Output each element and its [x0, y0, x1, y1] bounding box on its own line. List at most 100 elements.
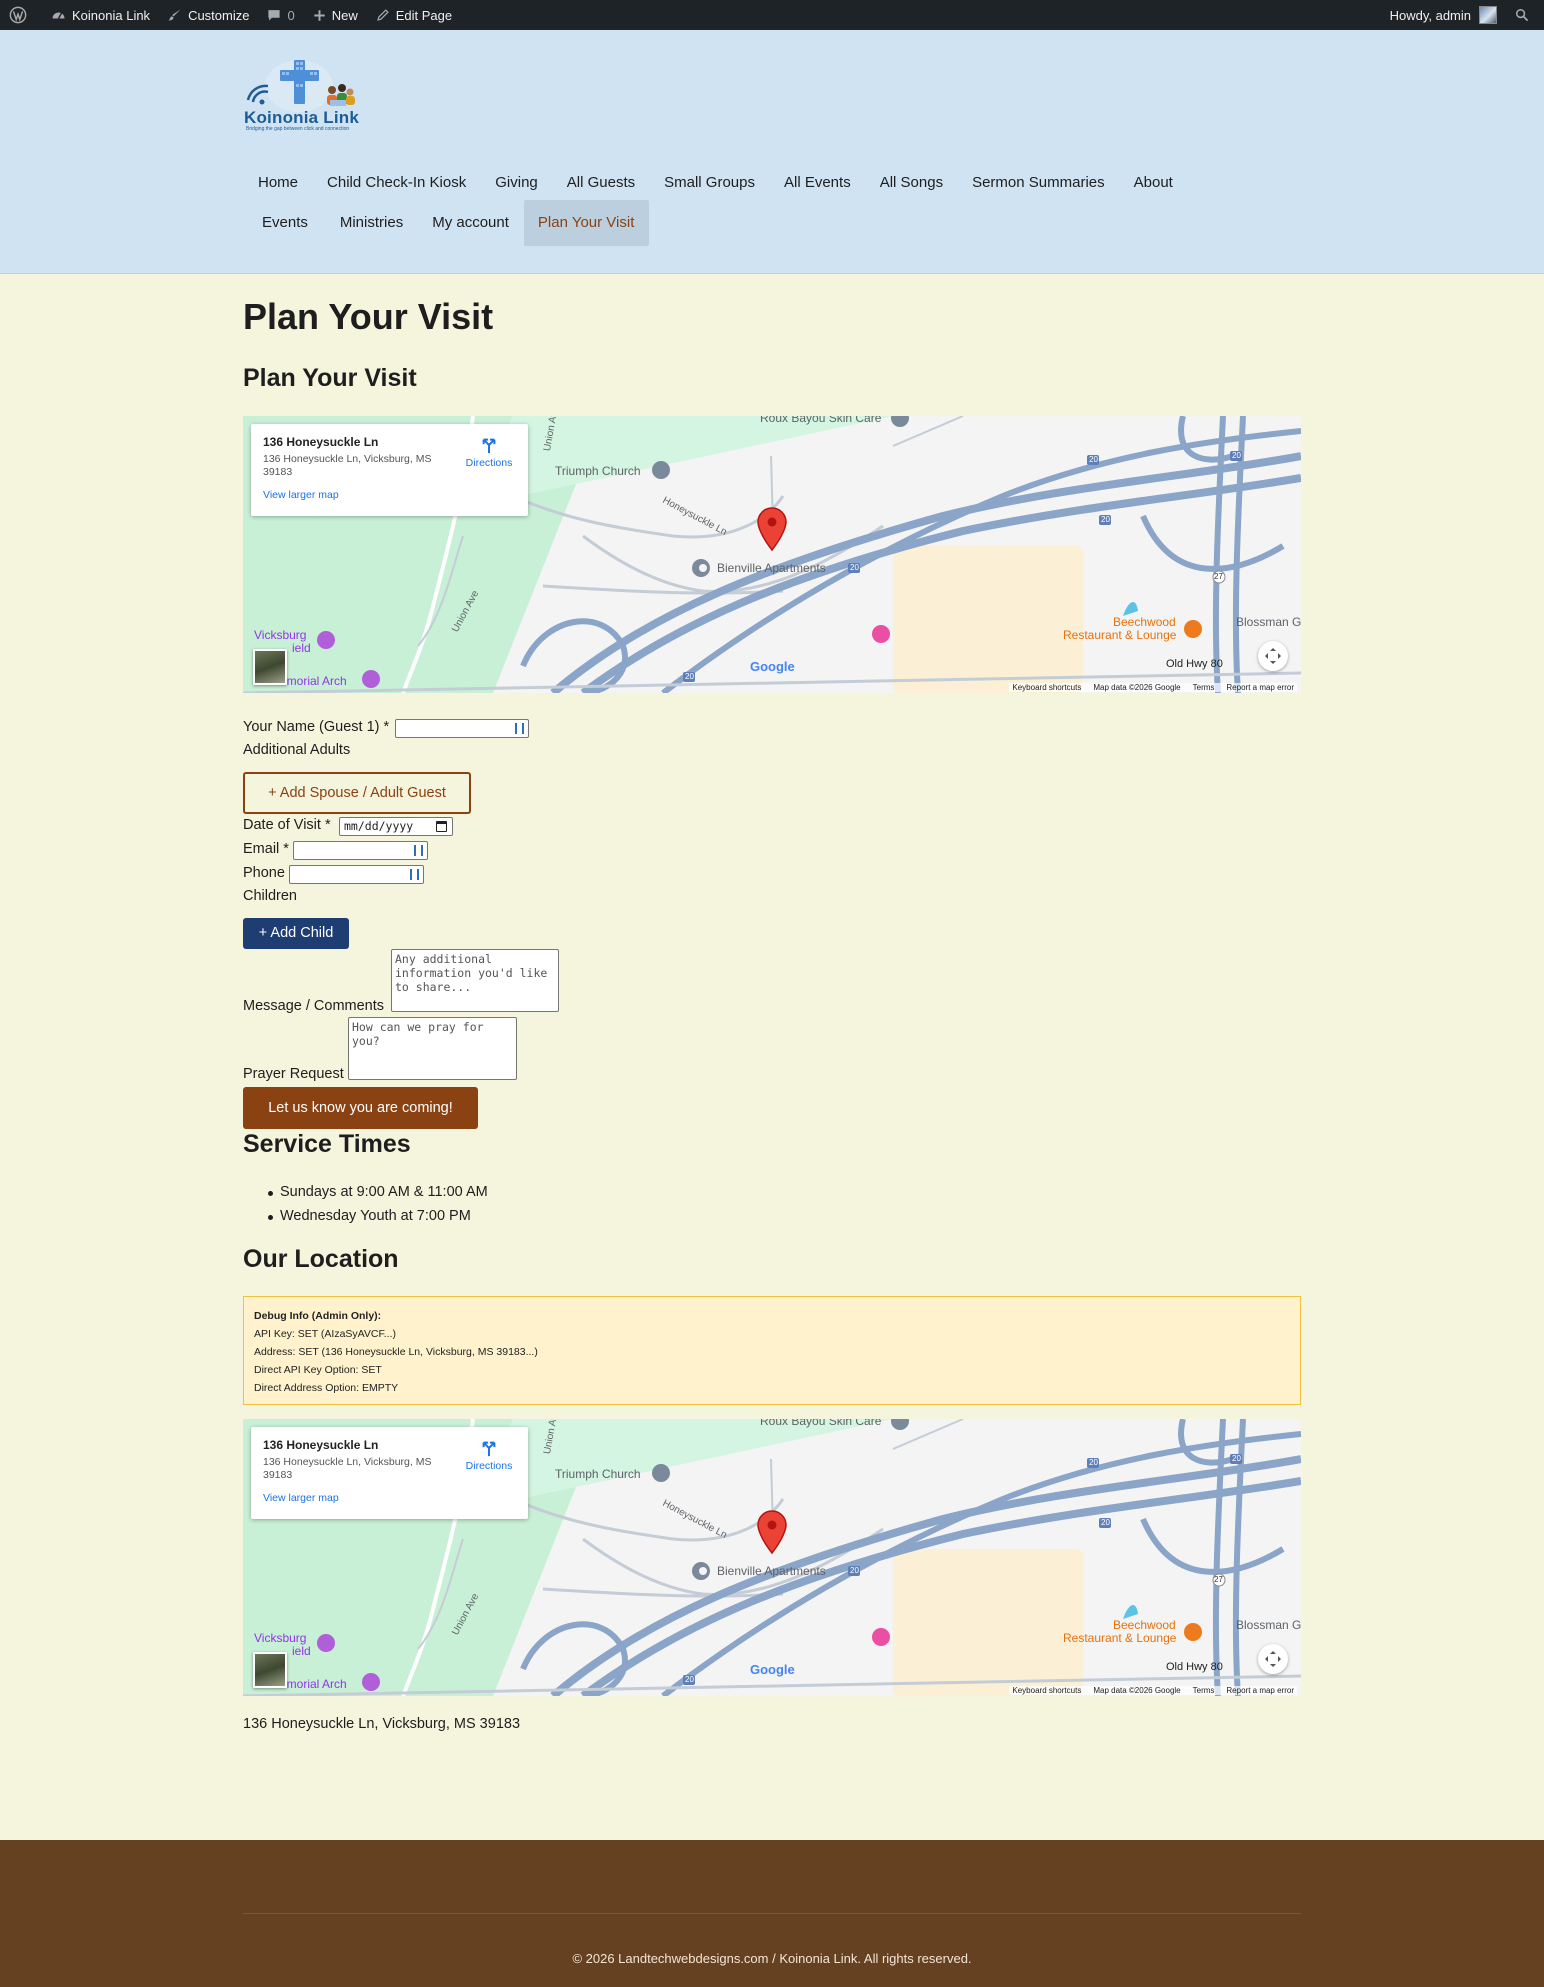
date-of-visit-label: Date of Visit * [243, 817, 331, 833]
submit-visit-button[interactable]: Let us know you are coming! [243, 1087, 478, 1129]
directions-link[interactable]: Directions [458, 436, 520, 469]
nav-item-about[interactable]: About [1120, 160, 1188, 206]
nav-item-small-groups[interactable]: Small Groups [650, 160, 770, 206]
map-embed-bottom[interactable]: Roux Bayou Skin Care Triumph Church Hone… [243, 1419, 1301, 1696]
pencil-icon [376, 9, 389, 21]
admin-bar: Koinonia Link Customize 0 New Edit Page … [0, 0, 1544, 30]
name-input[interactable] [395, 719, 529, 738]
keyboard-shortcuts-link[interactable]: Keyboard shortcuts [1012, 683, 1081, 692]
map-shield-20: 20 [685, 672, 694, 681]
site-logo[interactable]: Koinonia Link Bridging the gap between c… [244, 56, 362, 132]
nav-item-ministries[interactable]: Ministries [326, 200, 418, 246]
map-data-attribution: Map data ©2026 Google [1093, 1686, 1181, 1695]
map-label-beechwood: Beechwood [1113, 1618, 1176, 1632]
prayer-request-textarea[interactable]: How can we pray for you? [348, 1017, 517, 1080]
map-shield-27: 27 [1214, 572, 1223, 581]
email-input[interactable] [293, 841, 428, 860]
report-map-error-link[interactable]: Report a map error [1226, 683, 1294, 692]
map-label-old-hwy: Old Hwy 80 [1166, 1661, 1223, 1673]
admin-account[interactable]: Howdy, admin [1381, 0, 1506, 30]
terms-link[interactable]: Terms [1193, 1686, 1215, 1695]
map-info-card: 136 Honeysuckle Ln 136 Honeysuckle Ln, V… [251, 424, 528, 516]
add-child-button[interactable]: + Add Child [243, 918, 349, 949]
nav-item-events[interactable]: Events [244, 200, 326, 246]
street-view-thumbnail[interactable] [253, 649, 287, 685]
map-card-address: 136 Honeysuckle Ln, Vicksburg, MS 39183 [263, 1456, 432, 1481]
map-info-card: 136 Honeysuckle Ln 136 Honeysuckle Ln, V… [251, 1427, 528, 1519]
debug-line: API Key: SET (AIzaSyAVCF...) [254, 1328, 396, 1340]
nav-item-plan-your-visit[interactable]: Plan Your Visit [523, 200, 650, 246]
map-label-bienville: Bienville Apartments [717, 561, 826, 575]
directions-icon [482, 1441, 496, 1457]
admin-new-label: New [331, 7, 358, 23]
directions-link[interactable]: Directions [458, 1439, 520, 1472]
children-label: Children [243, 888, 297, 904]
map-shield-27: 27 [1214, 1575, 1223, 1584]
nav-item-my-account[interactable]: My account [418, 200, 524, 246]
map-footer: Keyboard shortcuts Map data ©2026 Google… [1009, 1686, 1297, 1695]
map-shield-20: 20 [850, 563, 859, 572]
page-title: Plan Your Visit [243, 296, 494, 337]
comment-icon [268, 10, 281, 21]
view-larger-map-link[interactable]: View larger map [263, 1492, 528, 1504]
view-larger-map-link[interactable]: View larger map [263, 489, 528, 501]
map-shield-20: 20 [1089, 1458, 1098, 1467]
map-label-beechwood: Beechwood [1113, 615, 1176, 629]
admin-site-name[interactable]: Koinonia Link [42, 0, 159, 30]
service-times-heading: Service Times [243, 1130, 411, 1158]
password-manager-icon [414, 845, 423, 856]
primary-nav-row-2: Events Ministries My account Plan Your V… [244, 200, 650, 246]
report-map-error-link[interactable]: Report a map error [1226, 1686, 1294, 1695]
footer-divider [243, 1913, 1301, 1914]
additional-adults-label: Additional Adults [243, 742, 351, 758]
name-label: Your Name (Guest 1) * [243, 719, 390, 735]
map-label-roux: Roux Bayou Skin Care [760, 416, 882, 425]
phone-label: Phone [243, 865, 285, 881]
directions-icon [482, 438, 496, 454]
directions-label: Directions [465, 457, 513, 469]
map-shield-20: 20 [1101, 515, 1110, 524]
admin-edit-page[interactable]: Edit Page [367, 0, 461, 30]
terms-link[interactable]: Terms [1193, 683, 1215, 692]
map-footer: Keyboard shortcuts Map data ©2026 Google… [1009, 683, 1297, 692]
date-placeholder: mm/dd/yyyy [344, 819, 414, 833]
admin-search-icon[interactable] [1506, 0, 1544, 30]
fullscreen-icon[interactable] [1258, 1644, 1288, 1674]
map-label-roux: Roux Bayou Skin Care [760, 1419, 882, 1428]
nav-item-all-songs[interactable]: All Songs [866, 160, 958, 206]
nav-item-all-events[interactable]: All Events [770, 160, 866, 206]
password-manager-icon [410, 869, 419, 880]
wordpress-logo-icon[interactable] [0, 0, 42, 30]
nav-item-sermon-summaries[interactable]: Sermon Summaries [958, 160, 1120, 206]
prayer-request-label: Prayer Request [243, 1066, 344, 1082]
map-data-attribution: Map data ©2026 Google [1093, 683, 1181, 692]
map-shield-20: 20 [850, 1566, 859, 1575]
admin-new[interactable]: New [304, 0, 367, 30]
add-spouse-button[interactable]: + Add Spouse / Adult Guest [243, 772, 471, 814]
keyboard-shortcuts-link[interactable]: Keyboard shortcuts [1012, 1686, 1081, 1695]
site-footer: © 2026 Landtechwebdesigns.com / Koinonia… [0, 1840, 1544, 1987]
admin-customize[interactable]: Customize [159, 0, 258, 30]
map-label-triumph: Triumph Church [555, 1467, 641, 1481]
admin-edit-page-label: Edit Page [395, 7, 453, 23]
plus-icon [314, 9, 325, 21]
map-label-blossman: Blossman G [1236, 1618, 1301, 1632]
map-google-logo: Google [750, 1662, 795, 1677]
map-label-beechwood-lounge: Restaurant & Lounge [1063, 1631, 1177, 1645]
street-view-thumbnail[interactable] [253, 1652, 287, 1688]
service-times-list: Sundays at 9:00 AM & 11:00 AM Wednesday … [268, 1184, 488, 1231]
phone-input[interactable] [289, 865, 424, 884]
debug-title: Debug Info (Admin Only): [254, 1310, 382, 1322]
date-of-visit-input[interactable]: mm/dd/yyyy [339, 817, 453, 836]
site-header: Koinonia Link Bridging the gap between c… [0, 30, 1544, 274]
map-label-beechwood-lounge: Restaurant & Lounge [1063, 628, 1177, 642]
fullscreen-icon[interactable] [1258, 641, 1288, 671]
map-shield-20: 20 [1232, 1454, 1241, 1463]
message-textarea[interactable]: Any additional information you'd like to… [391, 949, 559, 1012]
brush-icon [168, 9, 181, 21]
map-embed-top[interactable]: Roux Bayou Skin Care Triumph Church Hone… [243, 416, 1301, 693]
admin-site-name-label: Koinonia Link [72, 7, 151, 23]
calendar-icon[interactable] [436, 821, 447, 832]
admin-customize-label: Customize [188, 7, 250, 23]
admin-comments[interactable]: 0 [258, 0, 303, 30]
